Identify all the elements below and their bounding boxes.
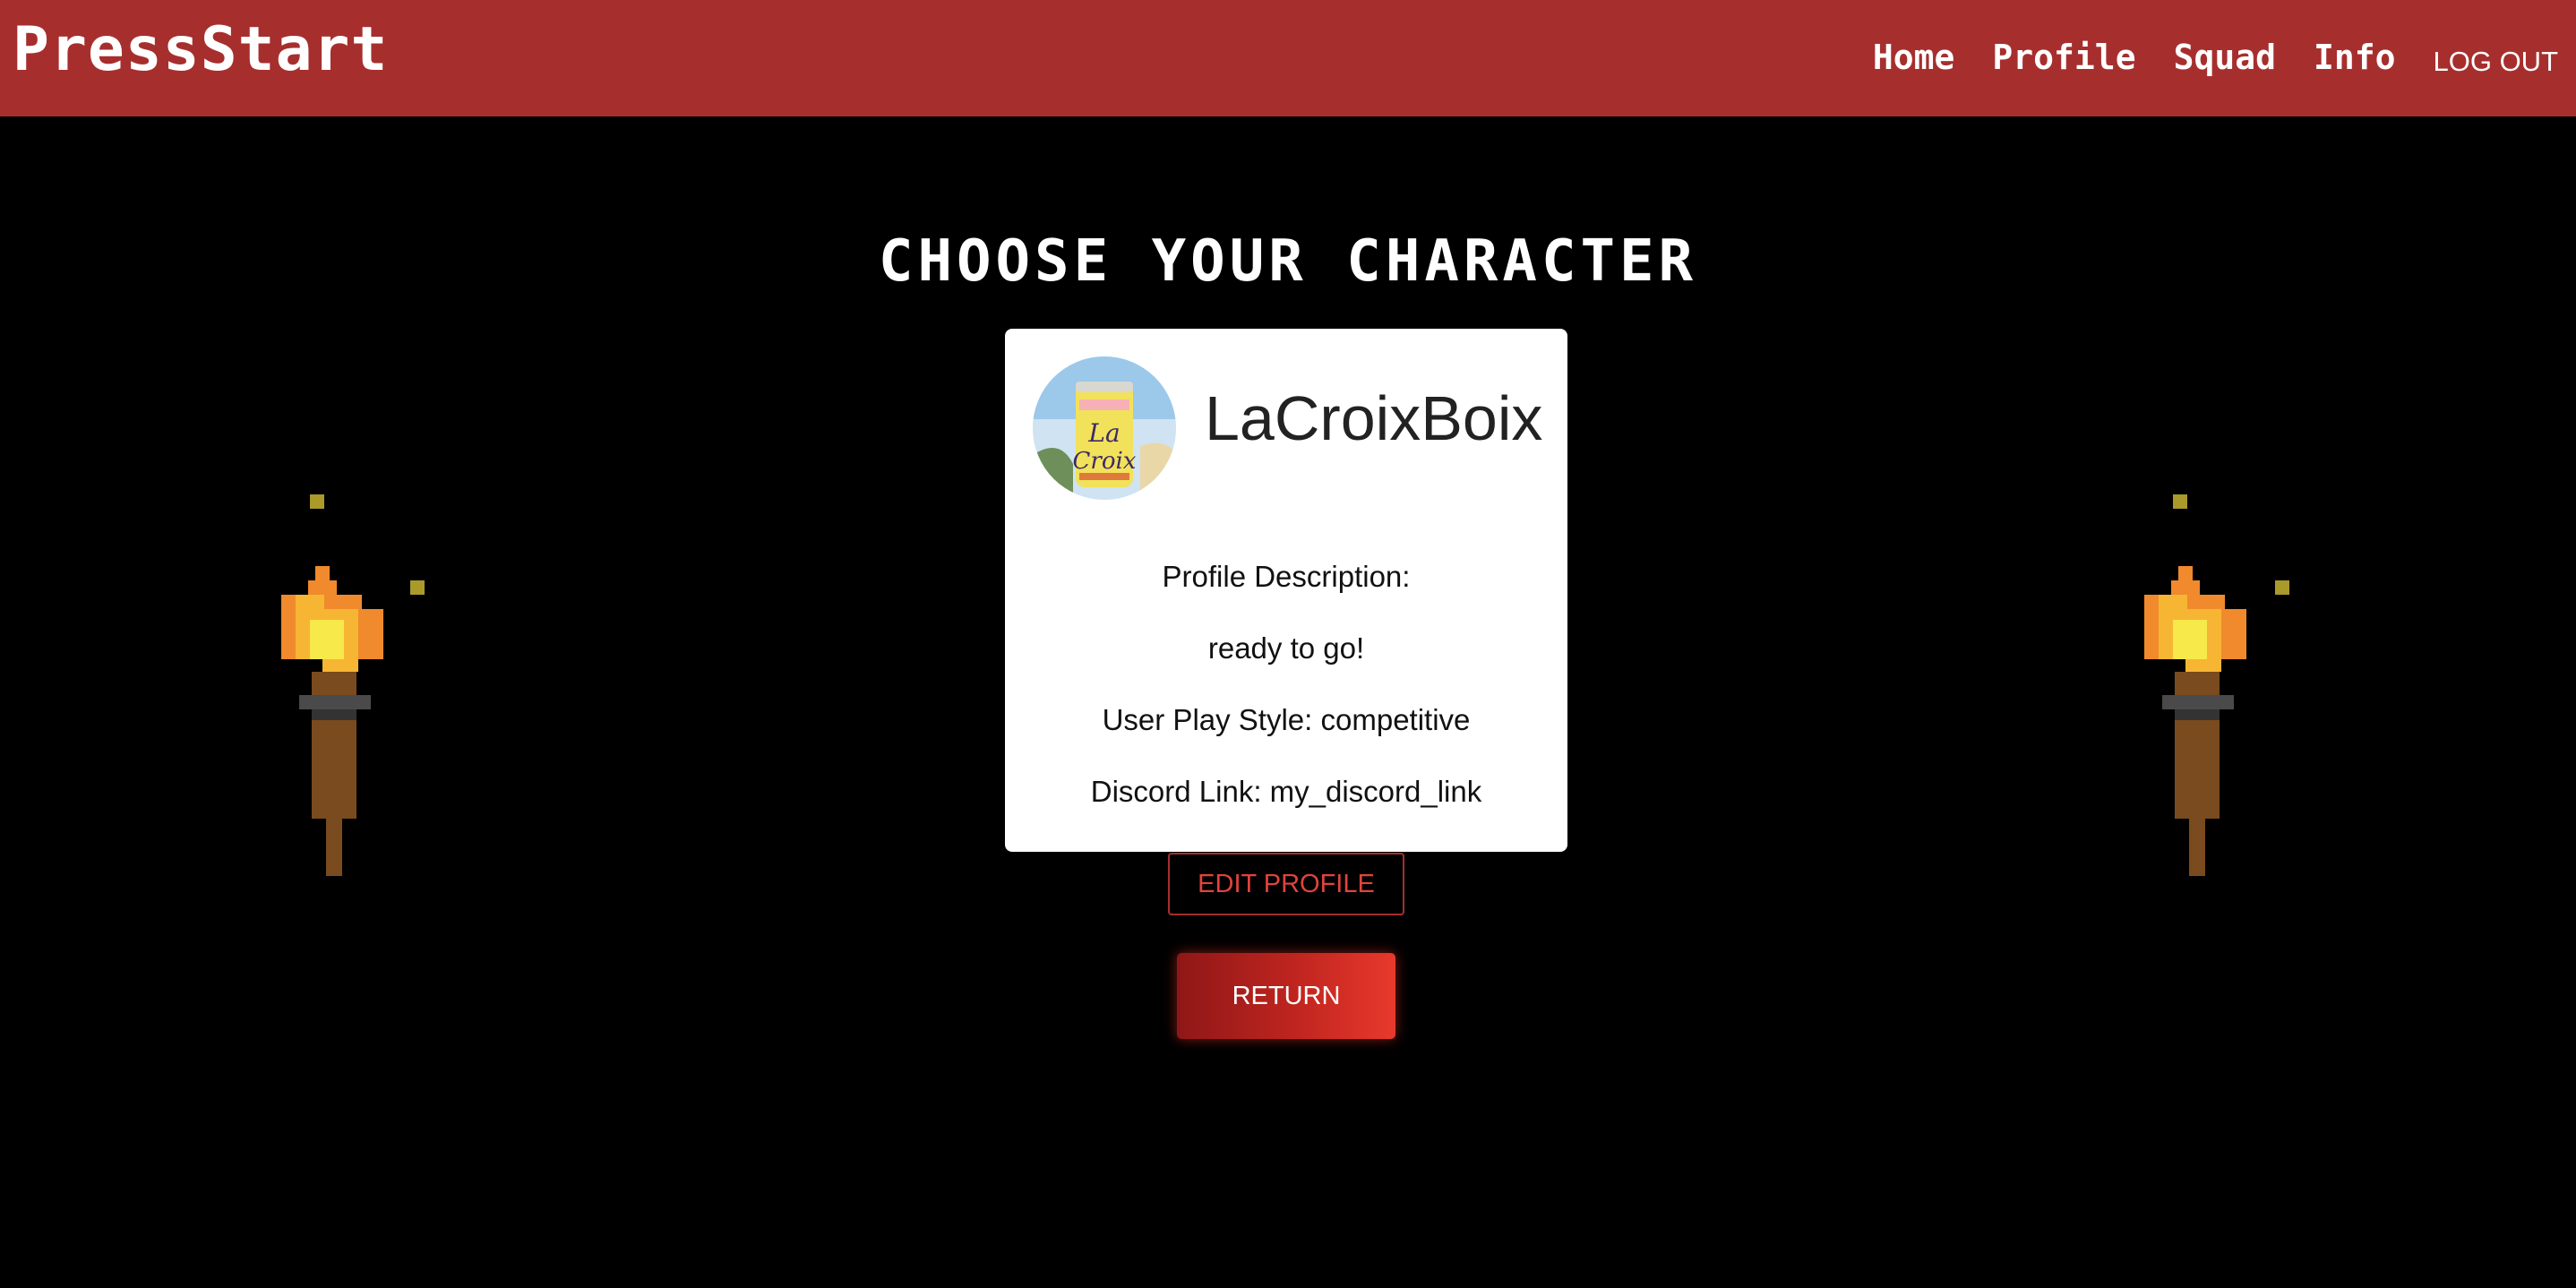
logout-button[interactable]: LOG OUT (2433, 46, 2558, 78)
return-button[interactable]: RETURN (1177, 953, 1395, 1039)
spark-icon (2275, 580, 2289, 595)
pixel-torch-icon (2144, 494, 2246, 876)
pixel-torch-icon (281, 494, 383, 876)
profile-card: La Croix LaCroixBoix Profile Description… (1005, 329, 1567, 852)
nav-home-link[interactable]: Home (1873, 38, 1955, 77)
profile-username: LaCroixBoix (1205, 383, 1543, 453)
lacroix-can-avatar-icon: La Croix (1033, 356, 1176, 500)
edit-profile-button[interactable]: EDIT PROFILE (1168, 853, 1404, 915)
brand-logo[interactable]: PressStart (13, 20, 388, 81)
nav-profile-link[interactable]: Profile (1992, 38, 2135, 77)
profile-description-label: Profile Description: (1162, 560, 1411, 593)
play-style: User Play Style: competitive (1102, 703, 1471, 736)
page-title: CHOOSE YOUR CHARACTER (878, 228, 1698, 295)
svg-text:Croix: Croix (1073, 448, 1137, 475)
spark-icon (410, 580, 425, 595)
nav-links: Home Profile Squad Info LOG OUT (1835, 30, 2558, 84)
nav-info-link[interactable]: Info (2314, 38, 2396, 77)
svg-text:La: La (1087, 418, 1120, 448)
profile-description: ready to go! (1207, 631, 1365, 665)
nav-squad-link[interactable]: Squad (2174, 38, 2276, 77)
discord-link: Discord Link: my_discord_link (1090, 775, 1482, 808)
top-navbar: PressStart Home Profile Squad Info LOG O… (0, 0, 2576, 116)
